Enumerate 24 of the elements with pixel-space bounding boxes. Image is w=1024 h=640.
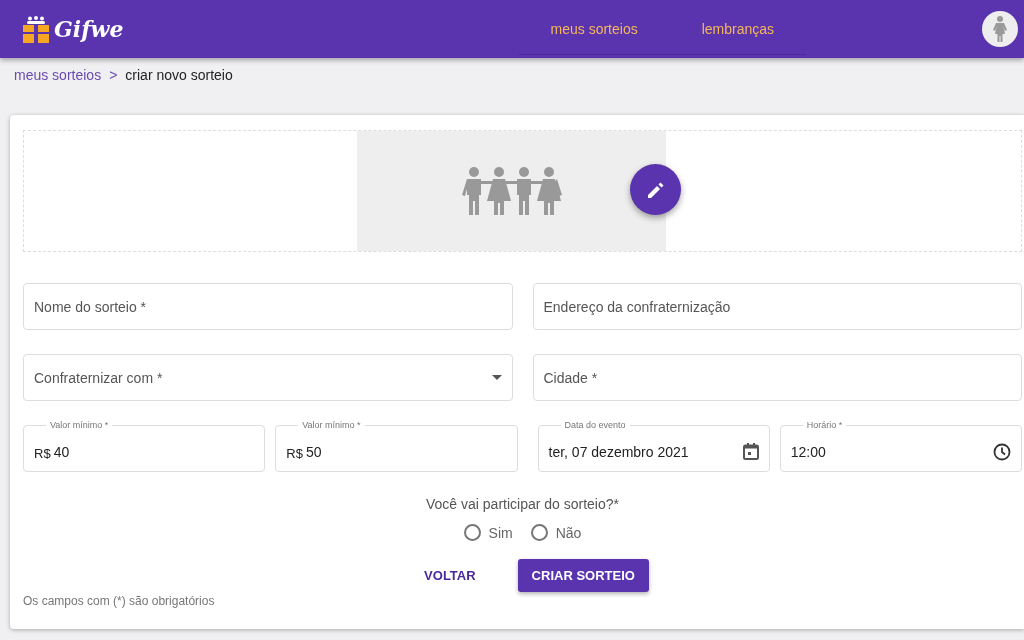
radio-option[interactable]: Sim: [463, 524, 513, 541]
pencil-icon: [646, 180, 665, 199]
gift-box-icon: [22, 15, 50, 43]
text-field[interactable]: Cidade *: [532, 354, 1022, 401]
nav-link[interactable]: lembranças: [669, 20, 807, 37]
text-field[interactable]: Nome do sorteio *: [23, 283, 513, 330]
required-note: Os campos com (*) são obrigatórios: [23, 594, 216, 608]
clock-icon[interactable]: [993, 442, 1011, 461]
radio-option[interactable]: Não: [530, 524, 582, 541]
create-button[interactable]: CRIAR SORTEIO: [517, 559, 649, 592]
people-group-icon: [461, 167, 562, 215]
select-field[interactable]: Confraternizar com *: [23, 354, 513, 401]
logo-text: Gifwe: [54, 16, 124, 42]
avatar-icon[interactable]: [982, 11, 1018, 47]
question-text: Você vai participar do sorteio?*: [425, 496, 620, 512]
breadcrumb-current: criar novo sorteio: [125, 67, 233, 83]
text-field[interactable]: Endereço da confraternização: [532, 283, 1022, 330]
breadcrumb-link[interactable]: meus sorteios: [14, 67, 102, 83]
breadcrumb-separator: >: [109, 67, 118, 83]
back-button[interactable]: VOLTAR: [410, 559, 490, 592]
dropdown-caret-icon: [491, 375, 502, 380]
calendar-icon[interactable]: [742, 443, 759, 460]
edit-button[interactable]: [630, 164, 681, 215]
nav-link[interactable]: meus sorteios: [518, 20, 670, 37]
